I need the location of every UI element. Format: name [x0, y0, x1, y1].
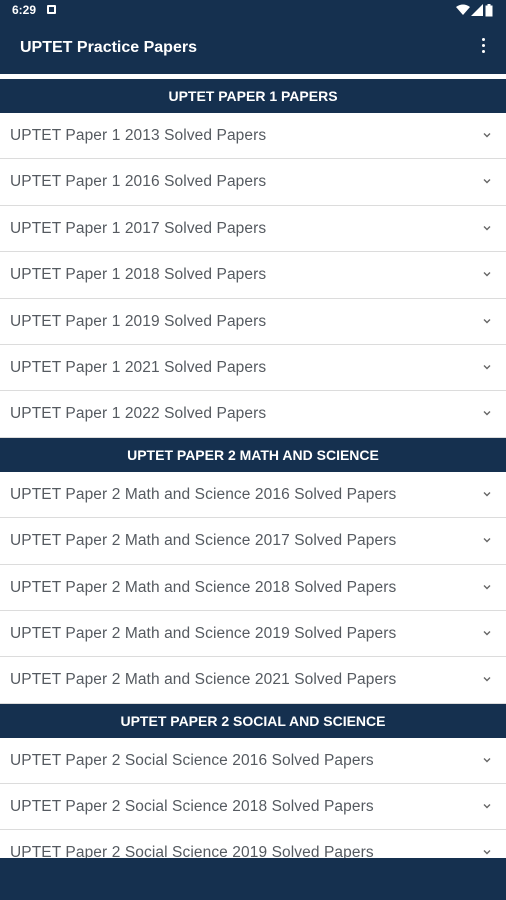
- list-item-label: UPTET Paper 2 Math and Science 2017 Solv…: [10, 532, 397, 550]
- chevron-down-icon[interactable]: [482, 674, 492, 684]
- chevron-down-icon[interactable]: [482, 130, 492, 140]
- list-item-label: UPTET Paper 2 Social Science 2019 Solved…: [10, 844, 374, 859]
- list-item[interactable]: UPTET Paper 1 2013 Solved Papers: [0, 113, 506, 160]
- app-bar: UPTET Practice Papers: [0, 22, 506, 74]
- list-item[interactable]: UPTET Paper 2 Math and Science 2018 Solv…: [0, 564, 506, 611]
- notification-icon: [47, 5, 56, 14]
- list-item-label: UPTET Paper 1 2018 Solved Papers: [10, 266, 267, 284]
- list-item[interactable]: UPTET Paper 2 Social Science 2018 Solved…: [0, 784, 506, 831]
- chevron-down-icon[interactable]: [482, 847, 492, 857]
- list-item-label: UPTET Paper 2 Math and Science 2019 Solv…: [10, 624, 397, 642]
- chevron-down-icon[interactable]: [482, 269, 492, 279]
- list-item[interactable]: UPTET Paper 2 Social Science 2016 Solved…: [0, 737, 506, 785]
- list-item-label: UPTET Paper 1 2013 Solved Papers: [10, 127, 267, 144]
- list-item-label: UPTET Paper 1 2022 Solved Papers: [10, 405, 267, 423]
- chevron-down-icon[interactable]: [482, 489, 492, 499]
- app-title: UPTET Practice Papers: [20, 39, 197, 56]
- wifi-icon: [456, 4, 470, 15]
- list-item[interactable]: UPTET Paper 2 Social Science 2019 Solved…: [0, 830, 506, 859]
- list-item[interactable]: UPTET Paper 1 2022 Solved Papers: [0, 391, 506, 438]
- list-item-label: UPTET Paper 2 Math and Science 2021 Solv…: [10, 671, 397, 689]
- chevron-down-icon[interactable]: [482, 176, 492, 186]
- chevron-down-icon[interactable]: [482, 408, 492, 418]
- section-header: UPTET PAPER 2 SOCIAL AND SCIENCE: [0, 703, 506, 738]
- chevron-down-icon[interactable]: [482, 582, 492, 592]
- list-item[interactable]: UPTET Paper 2 Math and Science 2019 Solv…: [0, 610, 506, 658]
- list-item[interactable]: UPTET Paper 2 Math and Science 2021 Solv…: [0, 657, 506, 704]
- list-item[interactable]: UPTET Paper 1 2016 Solved Papers: [0, 159, 506, 206]
- chevron-down-icon[interactable]: [482, 628, 492, 638]
- chevron-down-icon[interactable]: [482, 535, 492, 545]
- papers-list[interactable]: UPTET PAPER 1 PAPERS UPTET Paper 1 2013 S…: [0, 79, 506, 859]
- list-item-label: UPTET Paper 2 Social Science 2018 Solved…: [10, 798, 374, 816]
- list-item-label: UPTET Paper 1 2016 Solved Papers: [10, 173, 267, 191]
- bottom-bar: [0, 858, 506, 900]
- more-vert-icon[interactable]: [478, 38, 488, 56]
- list-item-label: UPTET Paper 1 2019 Solved Papers: [10, 312, 267, 330]
- screen: 6:29 UPTET Practice Papers UPTET PAPER 1…: [0, 0, 506, 900]
- section-header: UPTET PAPER 1 PAPERS: [0, 79, 506, 113]
- list-item-label: UPTET Paper 2 Math and Science 2018 Solv…: [10, 578, 397, 596]
- status-bar: 6:29: [0, 0, 506, 22]
- signal-icon: [471, 4, 483, 16]
- chevron-down-icon[interactable]: [482, 801, 492, 811]
- list-item-label: UPTET Paper 2 Social Science 2016 Solved…: [10, 751, 374, 769]
- list-item[interactable]: UPTET Paper 2 Math and Science 2017 Solv…: [0, 518, 506, 565]
- battery-icon: [485, 4, 493, 17]
- list-item[interactable]: UPTET Paper 1 2018 Solved Papers: [0, 252, 506, 299]
- chevron-down-icon[interactable]: [482, 362, 492, 372]
- chevron-down-icon[interactable]: [482, 223, 492, 233]
- list-item[interactable]: UPTET Paper 2 Math and Science 2016 Solv…: [0, 471, 506, 519]
- status-time: 6:29: [12, 3, 37, 17]
- section-header: UPTET PAPER 2 MATH AND SCIENCE: [0, 437, 506, 472]
- list-item[interactable]: UPTET Paper 1 2021 Solved Papers: [0, 344, 506, 392]
- list-item-label: UPTET Paper 1 2021 Solved Papers: [10, 358, 267, 376]
- status-icons: [456, 4, 496, 18]
- list-item[interactable]: UPTET Paper 1 2019 Solved Papers: [0, 298, 506, 345]
- chevron-down-icon[interactable]: [482, 755, 492, 765]
- chevron-down-icon[interactable]: [482, 316, 492, 326]
- list-item[interactable]: UPTET Paper 1 2017 Solved Papers: [0, 205, 506, 253]
- list-item-label: UPTET Paper 2 Math and Science 2016 Solv…: [10, 485, 397, 503]
- list-item-label: UPTET Paper 1 2017 Solved Papers: [10, 219, 267, 237]
